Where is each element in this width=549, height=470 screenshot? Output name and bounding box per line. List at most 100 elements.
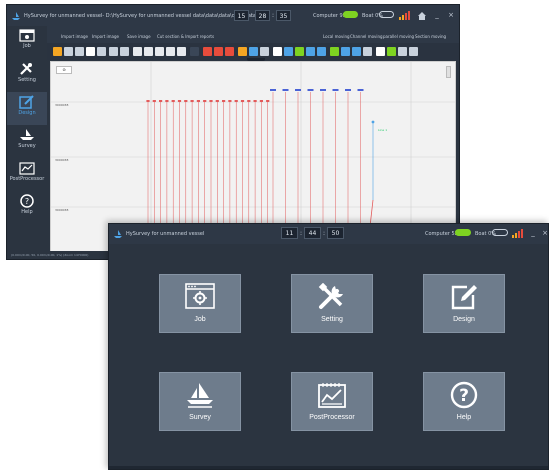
menu-cut-section[interactable]: Cut section & Import reports	[157, 34, 214, 39]
menu-import-image-2[interactable]: Import image	[92, 34, 119, 39]
boat-toggle[interactable]	[379, 11, 394, 18]
tool-icon[interactable]	[330, 47, 339, 56]
select-icon[interactable]	[86, 47, 95, 56]
tile-setting[interactable]: Setting	[291, 274, 373, 333]
survey-line-label	[177, 100, 182, 102]
tool-icon[interactable]	[295, 47, 304, 56]
sidebar-item-job[interactable]: Job	[7, 26, 47, 59]
close-icon[interactable]: ×	[540, 229, 548, 238]
tool-icon[interactable]	[166, 47, 175, 56]
edit-icon	[451, 285, 477, 310]
tool-icon[interactable]	[352, 47, 361, 56]
computer-toggle[interactable]	[455, 229, 471, 236]
tool-icon[interactable]	[155, 47, 164, 56]
tile-survey[interactable]: Survey	[159, 372, 241, 431]
minimize-icon[interactable]: _	[432, 11, 442, 20]
zoom-in-icon[interactable]	[64, 47, 73, 56]
minimize-icon[interactable]: _	[528, 229, 538, 238]
tool-icon[interactable]	[133, 47, 142, 56]
sidebar-item-design[interactable]: Design	[7, 92, 47, 125]
survey-line-label	[295, 89, 301, 91]
hand-tool-icon[interactable]	[53, 47, 62, 56]
clock-seconds: 50	[327, 227, 344, 239]
tile-help[interactable]: ? Help	[423, 372, 505, 431]
survey-line-label	[152, 100, 156, 102]
tool-icon[interactable]	[177, 47, 186, 56]
survey-line-label	[332, 89, 339, 91]
menu-bar: Import image Import image Save image Cut…	[47, 26, 459, 43]
sidebar-item-postprocessor[interactable]: PostProcessor	[7, 158, 47, 191]
survey-line-label	[196, 100, 200, 102]
y-coordinate-label: 3000038	[55, 103, 69, 107]
survey-line-label	[234, 100, 238, 102]
survey-line-label	[266, 100, 270, 102]
survey-line-label	[320, 89, 326, 91]
tool-icon[interactable]	[144, 47, 153, 56]
menu-section-moving[interactable]: Section moving	[415, 34, 446, 39]
tool-icon[interactable]	[260, 47, 269, 56]
tool-icon[interactable]	[249, 47, 258, 56]
survey-line-label	[215, 100, 219, 102]
title-bar: HySurvey for unmanned vessel 11 : 44 : 5…	[109, 224, 548, 244]
zoom-out-icon[interactable]	[75, 47, 84, 56]
tool-icon[interactable]	[376, 47, 385, 56]
boat-icon	[187, 383, 213, 408]
tile-design[interactable]: Design	[423, 274, 505, 333]
tool-icon[interactable]	[387, 47, 396, 56]
survey-line-label	[228, 100, 232, 102]
svg-text:?: ?	[25, 197, 29, 206]
tile-postprocessor[interactable]: PostProcessor	[291, 372, 373, 431]
fit-icon[interactable]	[97, 47, 106, 56]
delete-icon[interactable]	[214, 47, 223, 56]
app-logo-icon	[12, 12, 20, 20]
sidebar-item-help[interactable]: ? Help	[7, 191, 47, 224]
survey-line-label	[259, 100, 263, 102]
computer-toggle[interactable]	[343, 11, 358, 18]
tool-icon[interactable]	[317, 47, 326, 56]
boat-icon	[20, 129, 34, 140]
undo-icon[interactable]	[109, 47, 118, 56]
help-icon: ?	[20, 194, 34, 208]
tool-icon[interactable]	[190, 47, 199, 56]
sidebar-item-survey[interactable]: Survey	[7, 125, 47, 158]
menu-local-moving[interactable]: Local moving	[323, 34, 350, 39]
clock-seconds: 35	[276, 10, 291, 21]
tile-job[interactable]: Job	[159, 274, 241, 333]
delete-icon[interactable]	[203, 47, 212, 56]
survey-line-label	[159, 100, 163, 102]
sidebar-item-setting[interactable]: Setting	[7, 59, 47, 92]
tool-icon[interactable]	[306, 47, 315, 56]
menu-parallel-moving[interactable]: parallel moving	[383, 34, 414, 39]
menu-channel-moving[interactable]: Channel moving	[350, 34, 383, 39]
tool-icon[interactable]	[284, 47, 293, 56]
home-icon[interactable]	[417, 11, 427, 20]
boat-toggle[interactable]	[492, 229, 508, 236]
help-icon: ?	[450, 381, 478, 409]
tool-icon[interactable]	[409, 47, 418, 56]
survey-line-label	[165, 100, 169, 102]
survey-line-label	[240, 100, 245, 102]
delete-icon[interactable]	[225, 47, 234, 56]
clock-minutes: 44	[304, 227, 321, 239]
clock-minutes: 28	[255, 10, 270, 21]
sidebar: Job Setting Design Survey PostProcessor …	[7, 26, 47, 259]
close-icon[interactable]: ×	[446, 11, 456, 20]
tool-icon[interactable]	[341, 47, 350, 56]
tool-icon[interactable]	[398, 47, 407, 56]
tool-icon[interactable]	[363, 47, 372, 56]
redo-icon[interactable]	[120, 47, 129, 56]
tool-icon[interactable]	[273, 47, 282, 56]
survey-line-label	[270, 89, 276, 91]
line-label: Line 1	[378, 128, 388, 132]
survey-line-label	[307, 89, 314, 91]
menu-save-image[interactable]: Save image	[127, 34, 151, 39]
survey-line-label	[171, 100, 175, 102]
y-coordinate-label: 3000038	[55, 158, 69, 162]
view-toggle-button[interactable]: ⊙	[56, 66, 72, 74]
signal-icon	[512, 229, 523, 238]
survey-line-label	[209, 100, 213, 102]
tile-label: Job	[194, 316, 206, 323]
window-title: HySurvey for unmanned vessel	[126, 231, 205, 237]
menu-import-image[interactable]: Import image	[61, 34, 88, 39]
measure-icon[interactable]	[238, 47, 247, 56]
